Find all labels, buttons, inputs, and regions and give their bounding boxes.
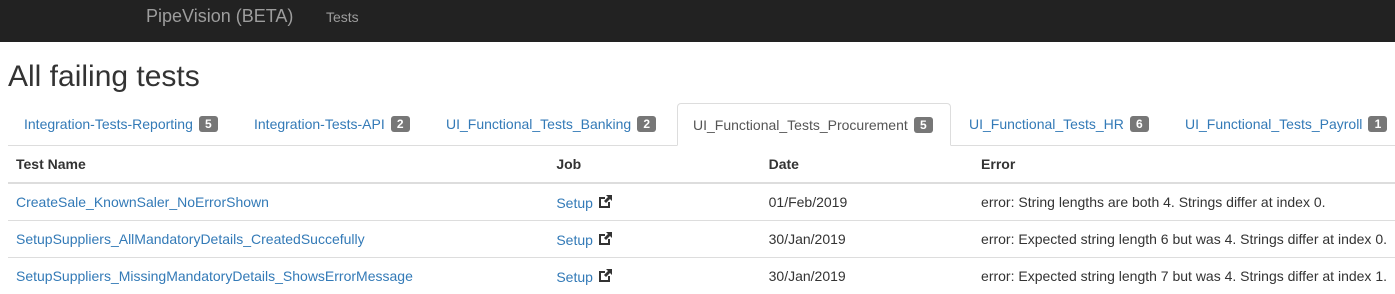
count-badge: 2 <box>390 116 410 132</box>
tab-label: Integration-Tests-Reporting <box>24 116 193 132</box>
tab-ui-functional-tests-payroll[interactable]: UI_Functional_Tests_Payroll 1 <box>1185 103 1388 145</box>
error-cell: error: Expected string length 7 but was … <box>973 257 1395 294</box>
job-link[interactable]: Setup <box>556 232 593 248</box>
column-header-job: Job <box>548 146 761 184</box>
job-link[interactable]: Setup <box>556 269 593 285</box>
brand-logo-text[interactable]: PipeVision (BETA) <box>146 6 293 26</box>
test-name-link[interactable]: CreateSale_KnownSaler_NoErrorShown <box>16 194 269 210</box>
tab-label: UI_Functional_Tests_HR <box>969 116 1124 132</box>
date-cell: 30/Jan/2019 <box>760 220 974 258</box>
nav-link-tests[interactable]: Tests <box>326 8 359 26</box>
table-row: CreateSale_KnownSaler_NoErrorShown Setup… <box>8 182 1395 221</box>
table-row: SetupSuppliers_MissingMandatoryDetails_S… <box>8 257 1395 294</box>
tab-integration-tests-reporting[interactable]: Integration-Tests-Reporting 5 <box>24 103 218 145</box>
count-badge: 6 <box>1129 116 1149 132</box>
count-badge: 5 <box>913 117 933 133</box>
count-badge: 5 <box>198 116 218 132</box>
page-title: All failing tests <box>8 60 200 93</box>
tab-label: Integration-Tests-API <box>254 116 385 132</box>
date-cell: 30/Jan/2019 <box>760 257 974 294</box>
tab-label: UI_Functional_Tests_Payroll <box>1185 116 1363 132</box>
column-header-date: Date <box>760 146 974 184</box>
tab-label: UI_Functional_Tests_Banking <box>446 116 632 132</box>
count-badge: 2 <box>637 116 657 132</box>
top-navbar: PipeVision (BETA) Tests <box>0 0 1395 42</box>
external-link-icon[interactable] <box>597 268 613 284</box>
tab-ui-functional-tests-banking[interactable]: UI_Functional_Tests_Banking 2 <box>446 103 657 145</box>
test-name-link[interactable]: SetupSuppliers_AllMandatoryDetails_Creat… <box>16 231 365 247</box>
test-name-link[interactable]: SetupSuppliers_MissingMandatoryDetails_S… <box>16 268 413 284</box>
test-suite-tabs: Integration-Tests-Reporting 5 Integration… <box>8 103 1395 146</box>
error-cell: error: String lengths are both 4. String… <box>973 182 1395 221</box>
tab-integration-tests-api[interactable]: Integration-Tests-API 2 <box>254 103 410 145</box>
tab-ui-functional-tests-hr[interactable]: UI_Functional_Tests_HR 6 <box>969 103 1149 145</box>
tab-ui-functional-tests-procurement[interactable]: UI_Functional_Tests_Procurement 5 <box>677 103 951 146</box>
table-header-row: Test Name Job Date Error <box>8 146 1395 184</box>
date-cell: 01/Feb/2019 <box>760 182 974 221</box>
table-row: SetupSuppliers_AllMandatoryDetails_Creat… <box>8 220 1395 258</box>
failing-tests-table: Test Name Job Date Error CreateSale_Know… <box>8 146 1395 294</box>
count-badge: 1 <box>1368 116 1388 132</box>
external-link-icon[interactable] <box>597 194 613 210</box>
error-cell: error: Expected string length 6 but was … <box>973 220 1395 258</box>
job-link[interactable]: Setup <box>556 195 593 211</box>
column-header-error: Error <box>973 146 1395 184</box>
external-link-icon[interactable] <box>597 231 613 247</box>
tab-label: UI_Functional_Tests_Procurement <box>693 117 908 133</box>
column-header-test-name: Test Name <box>8 146 549 184</box>
